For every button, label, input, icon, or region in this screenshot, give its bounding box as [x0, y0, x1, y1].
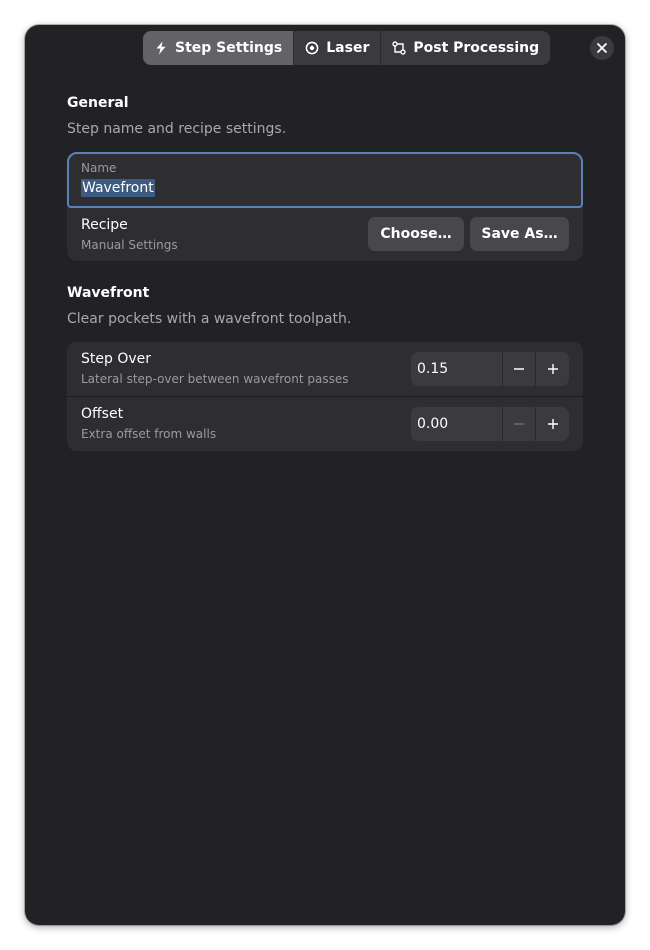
dialog-window: Step Settings Laser Post Processing Gene… [25, 25, 625, 925]
minus-icon [513, 363, 525, 375]
step-over-decrement-button[interactable] [503, 352, 536, 386]
choose-button[interactable]: Choose… [368, 217, 464, 251]
general-section-description: Step name and recipe settings. [67, 121, 287, 137]
step-over-increment-button[interactable] [536, 352, 569, 386]
flow-icon [392, 41, 407, 55]
tab-label: Post Processing [413, 40, 540, 56]
name-field-label: Name [81, 161, 117, 175]
wavefront-section-description: Clear pockets with a wavefront toolpath. [67, 311, 352, 327]
tab-laser[interactable]: Laser [294, 31, 382, 65]
offset-decrement-button[interactable] [503, 407, 536, 441]
step-over-input[interactable]: 0.15 [411, 352, 503, 386]
offset-title: Offset [81, 406, 124, 422]
step-over-subtitle: Lateral step-over between wavefront pass… [81, 372, 349, 386]
recipe-row: Recipe Manual Settings Choose… Save As… [67, 208, 583, 262]
tab-post-processing[interactable]: Post Processing [381, 31, 550, 65]
name-field[interactable]: Name Wavefront [67, 152, 583, 208]
target-icon [305, 41, 319, 55]
tab-step-settings[interactable]: Step Settings [143, 31, 295, 65]
step-over-spinbutton: 0.15 [411, 352, 569, 386]
recipe-value: Manual Settings [81, 238, 178, 252]
tab-bar: Step Settings Laser Post Processing [143, 31, 551, 65]
step-over-row: Step Over Lateral step-over between wave… [67, 342, 583, 396]
plus-icon [547, 418, 559, 430]
tab-label: Step Settings [175, 40, 283, 56]
offset-increment-button[interactable] [536, 407, 569, 441]
save-as-button[interactable]: Save As… [470, 217, 569, 251]
step-over-title: Step Over [81, 351, 151, 367]
lightning-icon [154, 41, 168, 55]
recipe-title: Recipe [81, 217, 128, 233]
wavefront-section-title: Wavefront [67, 285, 150, 301]
tab-label: Laser [326, 40, 370, 56]
general-card: Name Wavefront Recipe Manual Settings Ch… [67, 152, 583, 261]
offset-row: Offset Extra offset from walls 0.00 [67, 397, 583, 451]
name-field-value[interactable]: Wavefront [81, 179, 155, 197]
offset-input[interactable]: 0.00 [411, 407, 503, 441]
wavefront-card: Step Over Lateral step-over between wave… [67, 342, 583, 451]
offset-spinbutton: 0.00 [411, 407, 569, 441]
offset-subtitle: Extra offset from walls [81, 427, 217, 441]
minus-icon [513, 418, 525, 430]
plus-icon [547, 363, 559, 375]
close-icon [597, 43, 607, 53]
general-section-title: General [67, 95, 129, 111]
close-button[interactable] [590, 36, 614, 60]
